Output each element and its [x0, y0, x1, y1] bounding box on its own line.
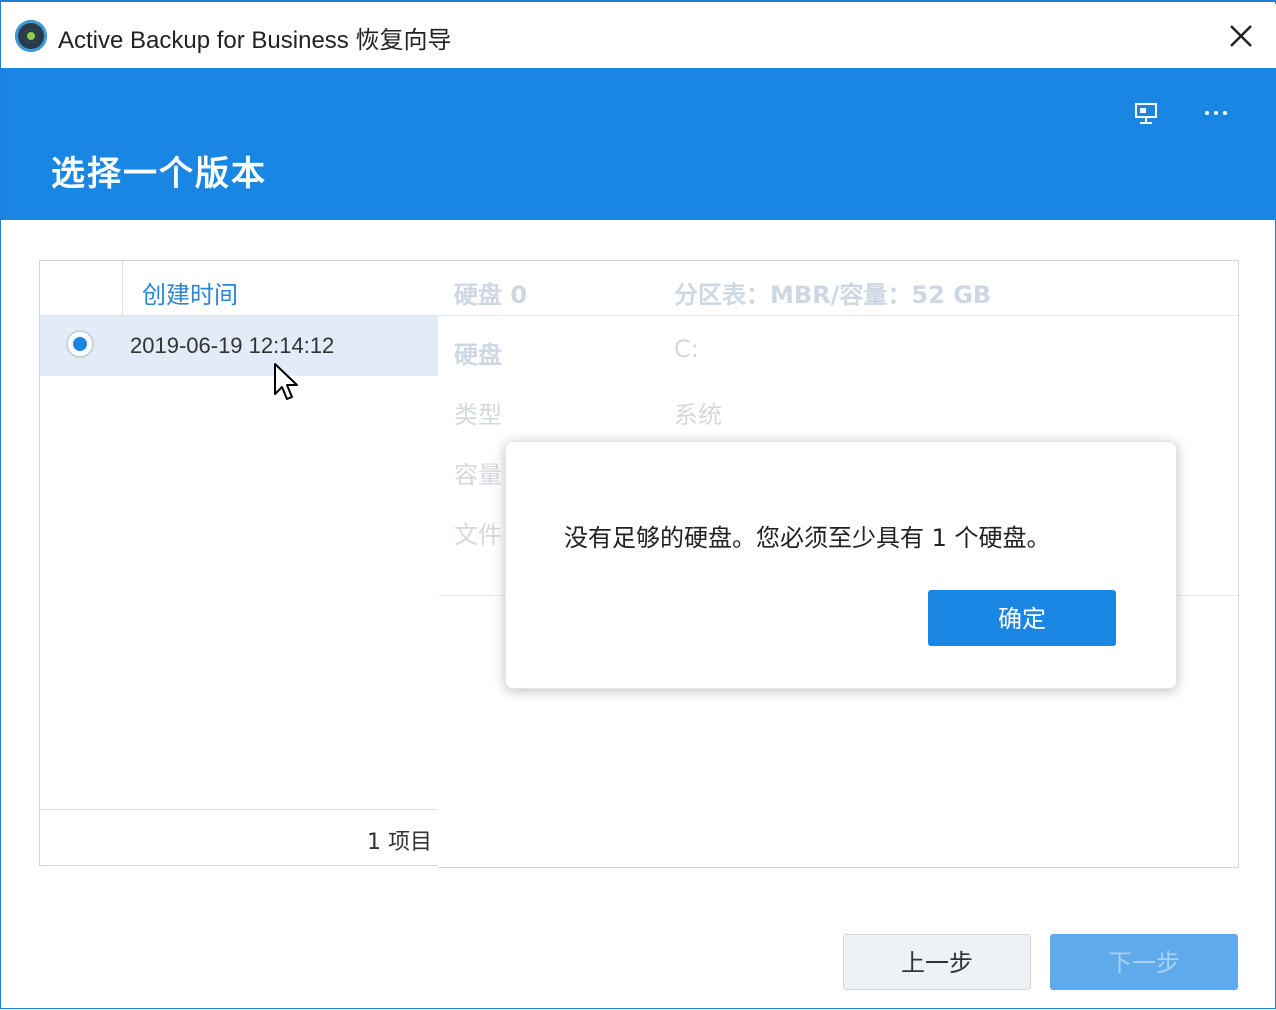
- dialog-message: 没有足够的硬盘。您必须至少具有 1 个硬盘。: [564, 524, 1051, 552]
- detail-label-capacity: 容量: [454, 461, 502, 489]
- item-count: 1 项目: [367, 830, 432, 855]
- column-divider: [122, 261, 123, 315]
- version-radio[interactable]: [66, 330, 94, 358]
- detail-label-disk: 硬盘: [454, 341, 502, 369]
- version-list-header: 创建时间: [40, 261, 438, 316]
- version-row[interactable]: 2019-06-19 12:14:12: [40, 316, 438, 376]
- page-title: 选择一个版本: [51, 154, 267, 194]
- detail-label-files: 文件: [454, 521, 502, 549]
- app-logo-icon: [15, 20, 47, 52]
- close-icon[interactable]: [1223, 18, 1259, 54]
- error-dialog: 没有足够的硬盘。您必须至少具有 1 个硬盘。 确定: [505, 441, 1177, 689]
- monitor-icon[interactable]: [1133, 102, 1161, 126]
- version-list-footer: 1 项目: [40, 809, 438, 866]
- window-title: Active Backup for Business 恢复向导: [58, 27, 452, 54]
- mouse-cursor-icon: [274, 363, 298, 400]
- detail-value-disk: C:: [674, 335, 699, 363]
- wizard-header: 选择一个版本: [1, 68, 1276, 220]
- detail-value-type: 系统: [674, 401, 722, 429]
- disk-header: 硬盘 0: [454, 281, 528, 309]
- recovery-wizard-window: Active Backup for Business 恢复向导 选择一个版本 创…: [0, 0, 1276, 1009]
- partition-info: 分区表：MBR/容量：52 GB: [674, 281, 992, 309]
- ok-button[interactable]: 确定: [928, 590, 1116, 646]
- column-header-created-time[interactable]: 创建时间: [142, 275, 238, 310]
- more-options-icon[interactable]: [1201, 98, 1231, 128]
- previous-button[interactable]: 上一步: [843, 934, 1031, 990]
- version-list: 创建时间 2019-06-19 12:14:12 1 项目: [39, 260, 439, 866]
- version-created-time: 2019-06-19 12:14:12: [130, 333, 335, 358]
- next-button: 下一步: [1050, 934, 1238, 990]
- disk-details-header: 硬盘 0 分区表：MBR/容量：52 GB: [438, 261, 1238, 316]
- title-bar: Active Backup for Business 恢复向导: [1, 4, 1276, 68]
- detail-label-type: 类型: [454, 401, 502, 429]
